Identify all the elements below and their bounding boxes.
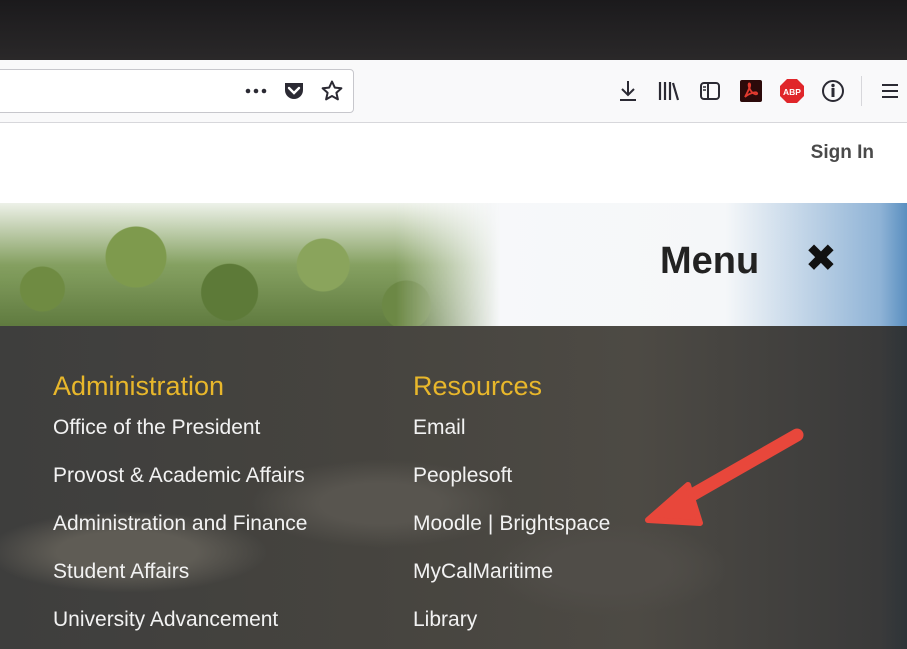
browser-toolbar: ABP [0,60,907,123]
pocket-icon[interactable] [281,78,307,104]
svg-text:ABP: ABP [783,87,801,97]
annotation-arrow-icon [645,428,804,526]
hamburger-menu-icon[interactable] [877,78,903,104]
sidebar-icon[interactable] [697,78,723,104]
webpage: Sign In Menu ✖ Administration Office of … [0,123,907,649]
window-titlebar [0,0,907,60]
adblock-icon[interactable]: ABP [779,78,805,104]
library-icon[interactable] [656,78,682,104]
info-icon[interactable] [820,78,846,104]
more-icon[interactable] [243,78,269,104]
address-bar[interactable] [0,69,354,113]
pdf-icon[interactable] [738,78,764,104]
toolbar-separator [861,76,862,106]
download-icon[interactable] [615,78,641,104]
star-icon[interactable] [319,78,345,104]
